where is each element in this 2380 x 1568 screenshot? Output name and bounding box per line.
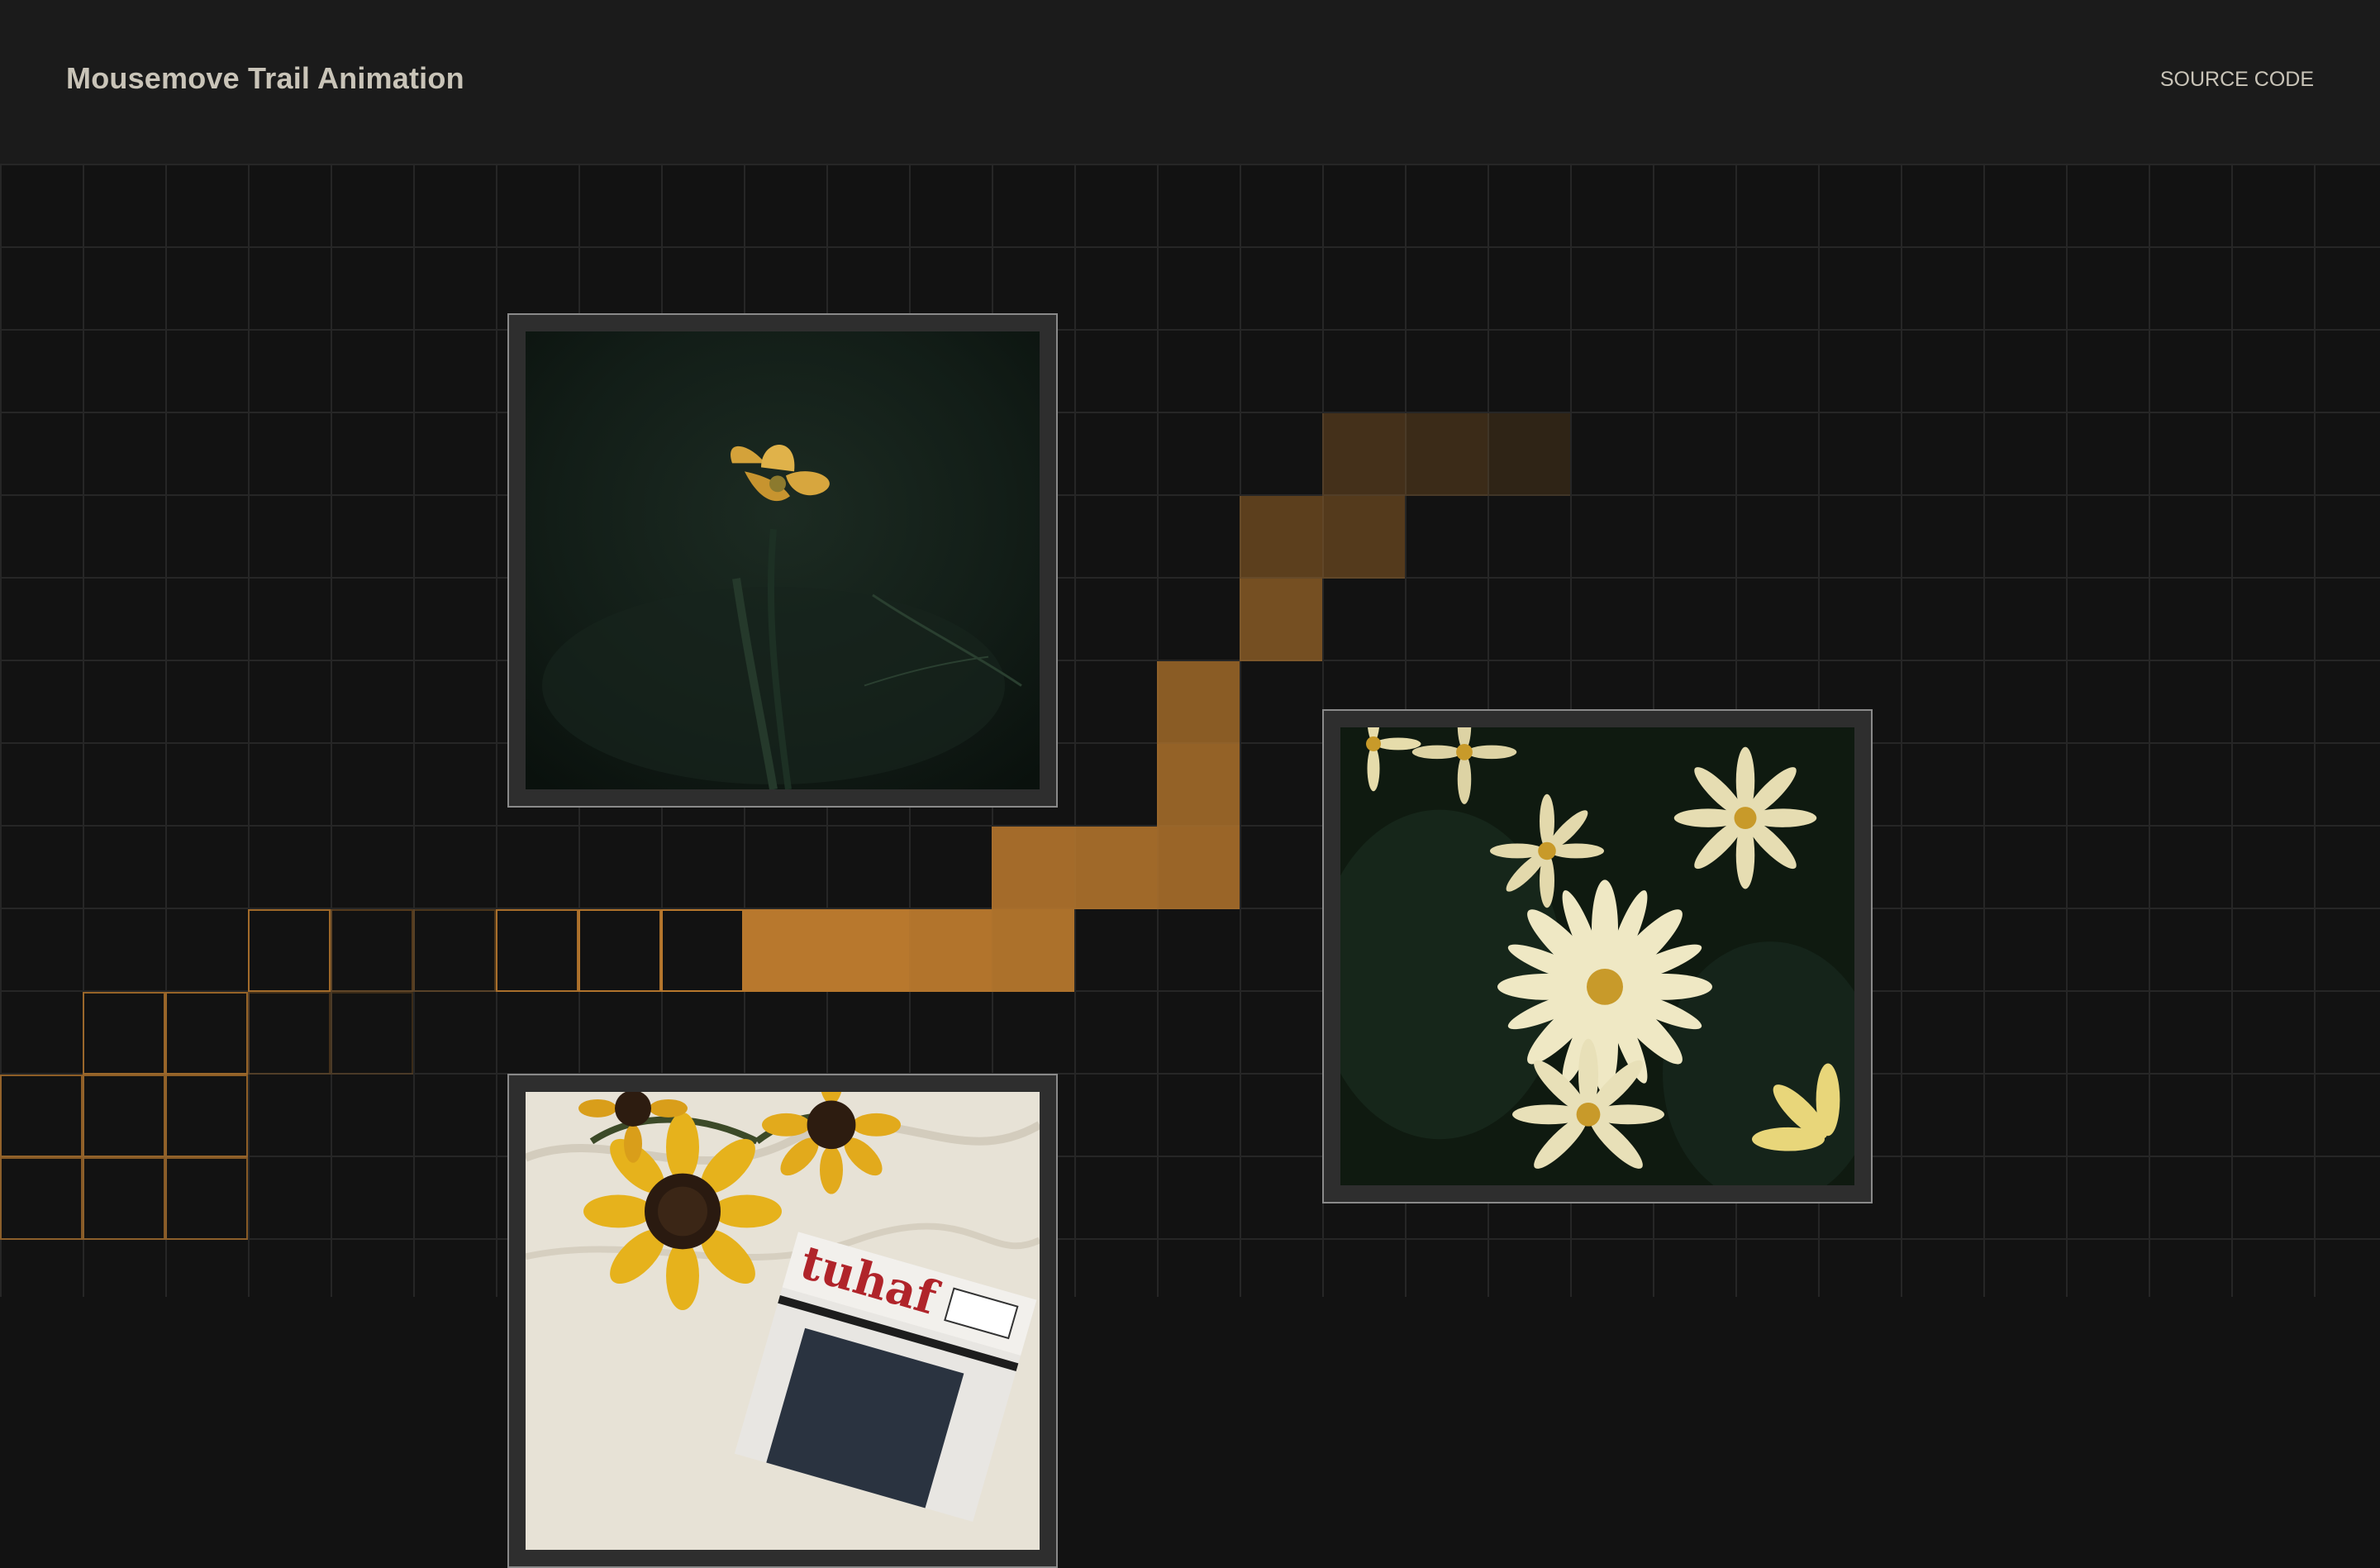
trail-cell-filled — [1322, 413, 1405, 496]
gallery-image-sunflowers: tuhaf — [507, 1074, 1058, 1568]
trail-cell-outline — [578, 909, 661, 992]
trail-cell-filled — [1240, 579, 1322, 661]
trail-cell-filled — [1405, 413, 1488, 496]
trail-cell-outline — [165, 1157, 248, 1240]
trail-cell-filled — [1322, 496, 1405, 579]
source-code-link[interactable]: SOURCE CODE — [2160, 68, 2314, 92]
trail-cell-outline — [83, 1075, 165, 1157]
trail-cell-outline — [0, 1157, 83, 1240]
trail-cell-outline — [83, 992, 165, 1075]
trail-cell-filled — [1488, 413, 1570, 496]
trail-cell-filled — [992, 827, 1074, 909]
trail-cell-filled — [992, 909, 1074, 992]
trail-cell-outline — [661, 909, 744, 992]
trail-cell-outline — [331, 992, 413, 1075]
page-title: Mousemove Trail Animation — [66, 61, 464, 95]
trail-cell-outline — [165, 1075, 248, 1157]
trail-grid[interactable]: tuhaf — [0, 165, 2380, 1568]
trail-cell-filled — [826, 909, 909, 992]
trail-cell-outline — [0, 1075, 83, 1157]
trail-cell-outline — [413, 909, 496, 992]
trail-cell-filled — [1157, 827, 1240, 909]
trail-cell-filled — [1240, 496, 1322, 579]
sunflowers-photo: tuhaf — [526, 1092, 1040, 1550]
trail-cell-outline — [165, 992, 248, 1075]
site-header: Mousemove Trail Animation SOURCE CODE — [0, 0, 2380, 165]
trail-cell-outline — [248, 992, 331, 1075]
trail-cell-filled — [1157, 661, 1240, 744]
gallery-image-daisies — [1322, 709, 1873, 1203]
buttercup-photo — [526, 331, 1040, 789]
trail-cell-outline — [331, 909, 413, 992]
trail-cell-filled — [1157, 744, 1240, 827]
daisies-photo — [1340, 727, 1854, 1185]
gallery-image-buttercup — [507, 313, 1058, 808]
trail-cell-outline — [248, 909, 331, 992]
trail-cell-filled — [1074, 827, 1157, 909]
trail-cell-outline — [83, 1157, 165, 1240]
trail-cell-filled — [744, 909, 826, 992]
trail-cell-outline — [496, 909, 578, 992]
trail-cell-filled — [909, 909, 992, 992]
